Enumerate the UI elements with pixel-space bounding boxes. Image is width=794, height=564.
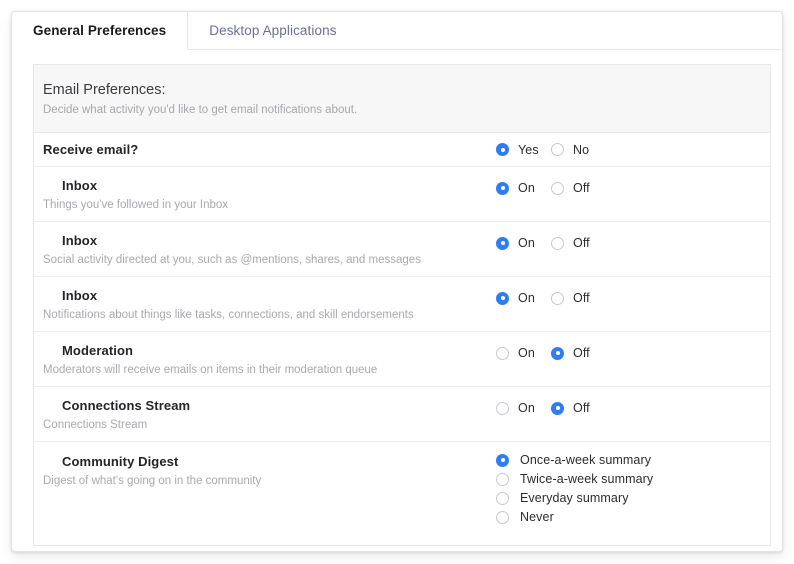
row-inbox-social-desc: Social activity directed at you, such as… [43,254,421,266]
radio-indicator-icon [496,143,509,156]
radio-digest-once-a-week[interactable]: Once-a-week summary [496,453,770,467]
row-moderation-controls: On Off [490,332,770,360]
row-inbox-notifications-left: Inbox Notifications about things like ta… [34,277,490,323]
radio-receive-email-yes[interactable]: Yes [496,143,551,157]
radio-inbox-social-on-label: On [518,236,535,250]
tab-desktop-applications[interactable]: Desktop Applications [188,12,357,49]
panel-title: Email Preferences: [43,82,166,98]
radio-indicator-icon [496,510,509,524]
radio-digest-twice-a-week-label: Twice-a-week summary [520,472,654,486]
radio-connections-stream-off[interactable]: Off [551,401,590,415]
radio-indicator-icon [551,181,564,195]
row-inbox-followed-controls: On Off [490,167,770,195]
radio-inbox-social-on[interactable]: On [496,236,551,250]
radio-indicator-icon [496,453,509,467]
row-connections-stream-left: Connections Stream Connections Stream [34,387,490,433]
radio-group-receive-email: Yes No [496,143,609,157]
radio-indicator-icon [551,291,564,305]
row-receive-email: Receive email? Yes No [34,133,770,167]
row-inbox-notifications-desc: Notifications about things like tasks, c… [43,309,414,321]
radio-digest-twice-a-week[interactable]: Twice-a-week summary [496,472,770,486]
radio-group-inbox-notifications: On Off [496,291,770,305]
radio-inbox-followed-off-label: Off [573,181,590,195]
radio-digest-once-a-week-label: Once-a-week summary [520,453,652,467]
radio-indicator-icon [551,346,564,360]
tab-general-preferences[interactable]: General Preferences [12,12,189,50]
tab-desktop-applications-label: Desktop Applications [209,23,337,38]
row-receive-email-controls: Yes No [490,143,770,157]
radio-inbox-followed-off[interactable]: Off [551,181,590,195]
radio-indicator-icon [496,401,509,415]
row-inbox-notifications: Inbox Notifications about things like ta… [34,277,770,332]
radio-inbox-social-off[interactable]: Off [551,236,590,250]
row-community-digest: Community Digest Digest of what's going … [34,442,770,539]
radio-moderation-off[interactable]: Off [551,346,590,360]
row-inbox-followed-label: Inbox [62,178,98,193]
radio-digest-never-label: Never [520,510,554,524]
radio-inbox-notifications-on[interactable]: On [496,291,551,305]
radio-indicator-icon [496,291,509,305]
row-community-digest-desc: Digest of what's going on in the communi… [43,475,262,487]
email-preferences-panel: Email Preferences: Decide what activity … [33,64,771,546]
row-inbox-notifications-label: Inbox [62,288,98,303]
row-inbox-notifications-controls: On Off [490,277,770,305]
row-connections-stream: Connections Stream Connections Stream On… [34,387,770,442]
radio-receive-email-no-label: No [573,142,590,157]
radio-digest-everyday-label: Everyday summary [520,491,629,505]
radio-inbox-notifications-off-label: Off [573,291,590,305]
radio-indicator-icon [496,236,509,250]
radio-indicator-icon [496,491,509,505]
row-community-digest-left: Community Digest Digest of what's going … [34,442,490,489]
row-community-digest-controls: Once-a-week summary Twice-a-week summary… [490,442,770,524]
radio-group-inbox-followed: On Off [496,181,770,195]
panel-subtitle: Decide what activity you'd like to get e… [43,104,358,116]
row-moderation-label: Moderation [62,343,134,358]
tab-general-preferences-label: General Preferences [33,23,167,38]
preferences-card: General Preferences Desktop Applications… [11,11,783,552]
radio-inbox-notifications-on-label: On [518,291,535,305]
tab-bar: General Preferences Desktop Applications [12,12,782,50]
radio-connections-stream-on-label: On [518,401,535,415]
row-connections-stream-controls: On Off [490,387,770,415]
radio-group-moderation: On Off [496,346,770,360]
row-community-digest-label: Community Digest [62,454,179,469]
radio-receive-email-no[interactable]: No [551,143,589,157]
row-inbox-social-left: Inbox Social activity directed at you, s… [34,222,490,268]
row-inbox-social-controls: On Off [490,222,770,250]
radio-indicator-icon [551,236,564,250]
radio-indicator-icon [551,143,564,156]
row-moderation-desc: Moderators will receive emails on items … [43,364,378,376]
radio-digest-everyday[interactable]: Everyday summary [496,491,770,505]
row-inbox-followed-left: Inbox Things you've followed in your Inb… [34,167,490,213]
row-connections-stream-desc: Connections Stream [43,419,148,431]
row-inbox-followed-desc: Things you've followed in your Inbox [43,199,229,211]
radio-inbox-notifications-off[interactable]: Off [551,291,590,305]
radio-moderation-off-label: Off [573,346,590,360]
radio-inbox-followed-on-label: On [518,181,535,195]
row-connections-stream-label: Connections Stream [62,398,191,413]
radio-moderation-on-label: On [518,346,535,360]
radio-digest-never[interactable]: Never [496,510,770,524]
row-inbox-followed: Inbox Things you've followed in your Inb… [34,167,770,222]
radio-group-community-digest: Once-a-week summary Twice-a-week summary… [496,453,770,524]
row-moderation: Moderation Moderators will receive email… [34,332,770,387]
radio-indicator-icon [496,472,509,486]
row-receive-email-label: Receive email? [43,142,139,157]
radio-connections-stream-on[interactable]: On [496,401,551,415]
radio-connections-stream-off-label: Off [573,401,590,415]
radio-receive-email-yes-label: Yes [518,142,539,157]
row-inbox-social: Inbox Social activity directed at you, s… [34,222,770,277]
radio-group-connections-stream: On Off [496,401,770,415]
row-receive-email-left: Receive email? [34,142,490,157]
row-moderation-left: Moderation Moderators will receive email… [34,332,490,378]
radio-indicator-icon [496,346,509,360]
radio-indicator-icon [496,181,509,195]
radio-indicator-icon [551,401,564,415]
radio-group-inbox-social: On Off [496,236,770,250]
radio-inbox-social-off-label: Off [573,236,590,250]
row-inbox-social-label: Inbox [62,233,98,248]
radio-inbox-followed-on[interactable]: On [496,181,551,195]
panel-header: Email Preferences: Decide what activity … [34,65,770,133]
radio-moderation-on[interactable]: On [496,346,551,360]
